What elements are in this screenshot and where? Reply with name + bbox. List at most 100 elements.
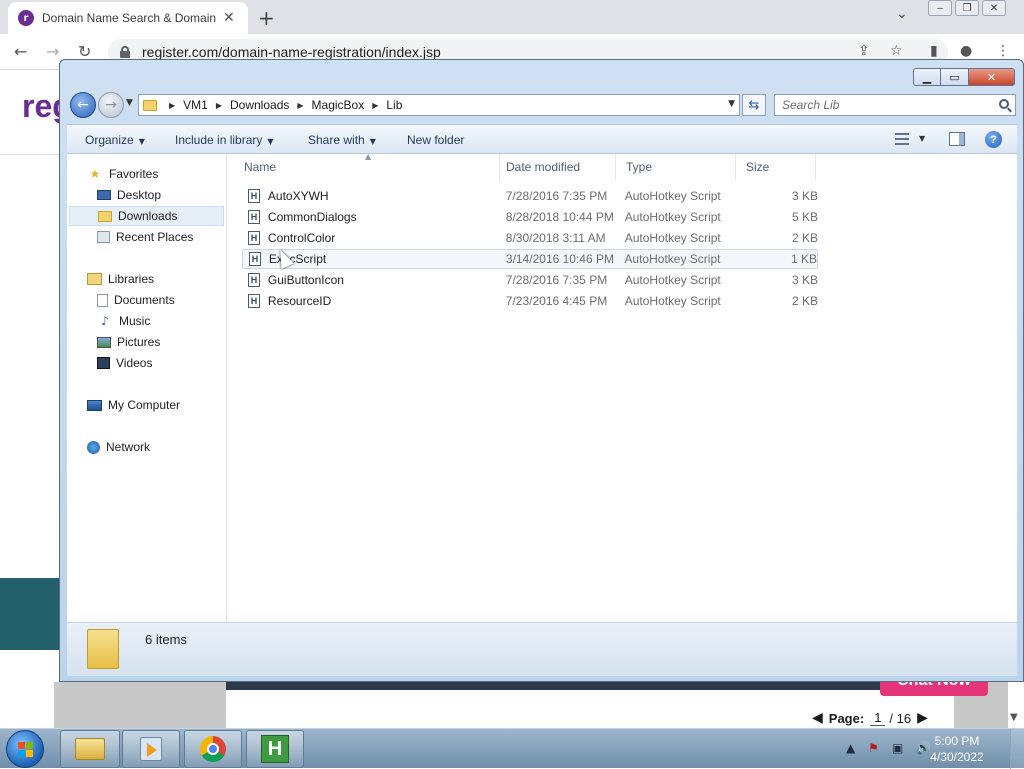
nav-recent-places[interactable]: Recent Places [97, 227, 193, 247]
start-button[interactable] [6, 730, 44, 768]
navigation-row: ← → ▼ ▶ VM1 ▶ Downloads ▶ MagicBox ▶ Lib… [68, 92, 1016, 118]
close-button[interactable]: ✕ [969, 68, 1015, 86]
new-folder-button[interactable]: New folder [407, 133, 464, 147]
include-in-library-button[interactable]: Include in library ▼ [175, 133, 274, 147]
nav-music[interactable]: ♪ Music [97, 311, 150, 331]
share-with-button[interactable]: Share with ▼ [308, 133, 376, 147]
nav-desktop[interactable]: Desktop [97, 185, 161, 205]
file-row[interactable]: H ExecScript 3/14/2016 10:46 PM AutoHotk… [242, 249, 818, 269]
nav-documents[interactable]: Documents [97, 290, 175, 310]
breadcrumb-lib[interactable]: Lib [386, 98, 402, 112]
total-pages: 16 [896, 710, 912, 726]
nav-pictures-label: Pictures [117, 335, 161, 349]
side-panel-icon[interactable]: ▮ [930, 43, 938, 59]
nav-favorites-label: Favorites [109, 167, 159, 181]
file-row[interactable]: H AutoXYWH 7/28/2016 7:35 PM AutoHotkey … [242, 186, 818, 206]
breadcrumb-chevron-icon[interactable]: ▶ [216, 101, 222, 110]
bookmark-star-icon[interactable]: ☆ [890, 43, 903, 59]
next-page-arrow-icon[interactable]: ▶ [917, 710, 928, 726]
nav-videos[interactable]: Videos [97, 353, 152, 373]
nav-pictures[interactable]: Pictures [97, 332, 160, 352]
action-center-flag-icon[interactable]: ⚑ [868, 741, 879, 755]
lock-icon[interactable] [120, 46, 130, 58]
views-dropdown-icon[interactable]: ▼ [919, 134, 925, 143]
tab-close-icon[interactable]: ✕ [223, 10, 235, 26]
nav-favorites[interactable]: ★ Favorites [87, 164, 159, 184]
nav-my-computer[interactable]: My Computer [87, 395, 180, 415]
music-note-icon: ♪ [101, 314, 109, 328]
minimize-button[interactable]: ▁ [913, 68, 941, 86]
tab-title: Domain Name Search & Domain [42, 11, 217, 25]
file-row[interactable]: H CommonDialogs 8/28/2018 10:44 PM AutoH… [242, 207, 818, 227]
browser-close-button[interactable]: ✕ [982, 0, 1006, 16]
show-desktop-button[interactable] [1010, 729, 1024, 769]
file-list: ▲ Name Date modified Type Size H AutoXYW… [228, 152, 1017, 622]
taskbar-autohotkey-button[interactable]: H [246, 730, 304, 768]
refresh-button[interactable]: ⇆ [742, 94, 766, 116]
browser-tab-strip: r Domain Name Search & Domain ✕ + ⌄ ‒ ❐ … [0, 0, 1024, 34]
item-count: 6 items [145, 632, 187, 647]
file-row[interactable]: H GuiButtonIcon 7/28/2016 7:35 PM AutoHo… [242, 270, 818, 290]
maximize-button[interactable]: ▭ [941, 68, 969, 86]
forward-button[interactable]: → [98, 92, 124, 118]
browser-menu-icon[interactable]: ⋮ [996, 43, 1010, 59]
breadcrumb-magicbox[interactable]: MagicBox [312, 98, 365, 112]
file-date: 7/28/2016 7:35 PM [505, 189, 608, 203]
nav-network[interactable]: Network [87, 437, 150, 457]
breadcrumb-chevron-icon[interactable]: ▶ [372, 101, 378, 110]
nav-libraries[interactable]: Libraries [87, 269, 154, 289]
browser-restore-button[interactable]: ❐ [955, 0, 979, 16]
breadcrumb-chevron-icon[interactable]: ▶ [297, 101, 303, 110]
nav-downloads[interactable]: Downloads [69, 206, 224, 226]
share-icon[interactable]: ⇪ [858, 43, 870, 59]
column-header-name[interactable]: Name [234, 154, 500, 180]
change-view-icon[interactable] [895, 133, 909, 145]
browser-tab[interactable]: r Domain Name Search & Domain ✕ [8, 2, 248, 34]
breadcrumb-downloads[interactable]: Downloads [230, 98, 289, 112]
column-header-type[interactable]: Type [616, 154, 736, 180]
new-tab-button[interactable]: + [258, 6, 275, 30]
file-row[interactable]: H ControlColor 8/30/2018 3:11 AM AutoHot… [242, 228, 818, 248]
search-icon[interactable] [999, 99, 1009, 109]
back-arrow-icon[interactable]: ← [14, 42, 27, 61]
current-page-input[interactable]: 1 [870, 710, 886, 726]
column-header-size[interactable]: Size [736, 154, 816, 180]
taskbar-media-player-button[interactable] [122, 730, 180, 768]
clock[interactable]: 5:00 PM 4/30/2022 [926, 733, 988, 765]
ahk-script-icon: H [248, 231, 260, 245]
file-type: AutoHotkey Script [624, 273, 721, 287]
recent-pages-dropdown-icon[interactable]: ▼ [126, 98, 133, 108]
taskbar-explorer-button[interactable] [60, 730, 120, 768]
clock-time: 5:00 PM [934, 734, 980, 748]
libraries-icon [87, 273, 102, 285]
file-date: 8/30/2018 3:11 AM [505, 231, 606, 245]
address-history-dropdown-icon[interactable]: ▼ [728, 99, 735, 109]
breadcrumb-chevron-icon[interactable]: ▶ [169, 101, 175, 110]
explorer-address-bar[interactable]: ▶ VM1 ▶ Downloads ▶ MagicBox ▶ Lib ▼ [138, 94, 740, 116]
forward-arrow-icon[interactable]: → [46, 42, 59, 61]
previous-page-arrow-icon[interactable]: ◀ [812, 710, 823, 726]
back-button[interactable]: ← [70, 92, 96, 118]
scroll-down-arrow-icon[interactable]: ▼ [1010, 712, 1018, 723]
help-icon[interactable]: ? [985, 131, 1002, 148]
file-row[interactable]: H ResourceID 7/23/2016 4:45 PM AutoHotke… [242, 291, 818, 311]
nav-downloads-label: Downloads [118, 209, 178, 223]
show-hidden-icons-icon[interactable]: ▲ [846, 741, 855, 755]
profile-avatar-icon[interactable]: ● [960, 43, 972, 59]
column-header-date[interactable]: Date modified [496, 154, 616, 180]
file-date: 8/28/2018 10:44 PM [505, 210, 614, 224]
breadcrumb-vm1[interactable]: VM1 [183, 98, 208, 112]
taskbar-chrome-button[interactable] [184, 730, 242, 768]
computer-icon [87, 399, 102, 411]
file-name: ExecScript [268, 252, 327, 266]
star-icon: ★ [89, 167, 101, 181]
share-with-label: Share with [308, 133, 365, 147]
clock-date: 4/30/2022 [930, 750, 984, 764]
preview-pane-icon[interactable] [949, 132, 965, 146]
browser-minimize-button[interactable]: ‒ [928, 0, 952, 16]
network-tray-icon[interactable]: ▣ [892, 741, 903, 755]
tab-search-chevron-icon[interactable]: ⌄ [896, 6, 908, 22]
organize-button[interactable]: Organize ▼ [85, 133, 145, 147]
search-input[interactable]: Search Lib [774, 94, 1016, 116]
desktop-icon [97, 190, 111, 200]
